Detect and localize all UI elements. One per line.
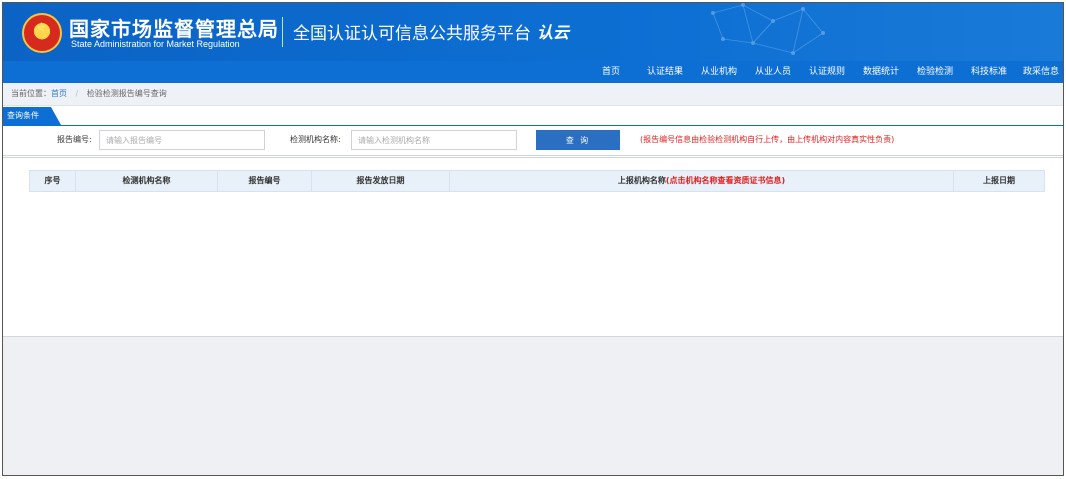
query-form: 报告编号: 检测机构名称: 查 询 (报告编号信息由检验检测机构自行上传，由上传… <box>3 125 1063 158</box>
nav-item-institutions[interactable]: 从业机构 <box>701 61 737 83</box>
breadcrumb-home-link[interactable]: 首页 <box>51 89 67 98</box>
breadcrumb-separator: / <box>75 89 79 98</box>
nav-item-cert-results[interactable]: 认证结果 <box>647 61 683 83</box>
upload-org-hint: (点击机构名称查看资质证书信息) <box>665 176 786 185</box>
org-name-input[interactable] <box>351 130 517 150</box>
emblem-star-icon: ★ <box>35 20 48 36</box>
org-name-label: 检测机构名称: <box>290 135 341 144</box>
platform-title: 全国认证认可信息公共服务平台 <box>293 24 531 44</box>
site-header: ★ 国家市场监督管理总局 State Administration for Ma… <box>3 3 1063 61</box>
nav-item-cert-rules[interactable]: 认证规则 <box>809 61 845 83</box>
network-decoration-icon <box>711 3 825 55</box>
results-table-header: 序号 检测机构名称 报告编号 报告发放日期 上报机构名称(点击机构名称查看资质证… <box>29 170 1045 192</box>
breadcrumb: 当前位置：首页 / 检验检测报告编号查询 <box>3 83 1063 106</box>
column-header-org-name: 检测机构名称 <box>76 171 218 191</box>
nav-item-standards[interactable]: 科技标准 <box>971 61 1007 83</box>
query-tab-strip: 查询条件 <box>3 107 1063 126</box>
nav-item-practitioners[interactable]: 从业人员 <box>755 61 791 83</box>
breadcrumb-prefix: 当前位置： <box>11 89 51 98</box>
column-header-index: 序号 <box>30 171 76 191</box>
platform-logo: 认云 <box>537 23 570 42</box>
report-number-label: 报告编号: <box>57 135 92 144</box>
agency-title: 国家市场监督管理总局 <box>69 17 279 41</box>
column-header-upload-org: 上报机构名称(点击机构名称查看资质证书信息) <box>450 171 954 191</box>
column-header-upload-date: 上报日期 <box>983 176 1015 185</box>
column-header-report-number: 报告编号 <box>218 171 312 191</box>
page-footer-area <box>3 336 1063 475</box>
nav-item-statistics[interactable]: 数据统计 <box>863 61 899 83</box>
report-number-input[interactable] <box>99 130 265 150</box>
main-nav: 首页 认证结果 从业机构 从业人员 认证规则 数据统计 检验检测 科技标准 政采… <box>3 61 1063 83</box>
nav-item-home[interactable]: 首页 <box>602 61 620 83</box>
nav-item-testing[interactable]: 检验检测 <box>917 61 953 83</box>
header-divider <box>282 17 283 47</box>
national-emblem-icon: ★ <box>22 13 62 53</box>
search-button[interactable]: 查 询 <box>536 130 620 150</box>
column-header-issue-date: 报告发放日期 <box>312 171 450 191</box>
page-frame: ★ 国家市场监督管理总局 State Administration for Ma… <box>2 2 1064 476</box>
upload-org-title: 上报机构名称 <box>617 176 666 185</box>
breadcrumb-current: 检验检测报告编号查询 <box>86 89 167 98</box>
agency-title-en: State Administration for Market Regulati… <box>71 39 240 49</box>
nav-item-procurement[interactable]: 政采信息 <box>1023 61 1059 83</box>
upload-notice: (报告编号信息由检验检测机构自行上传，由上传机构对内容真实性负责) <box>640 135 895 144</box>
query-tab-label: 查询条件 <box>7 111 39 120</box>
